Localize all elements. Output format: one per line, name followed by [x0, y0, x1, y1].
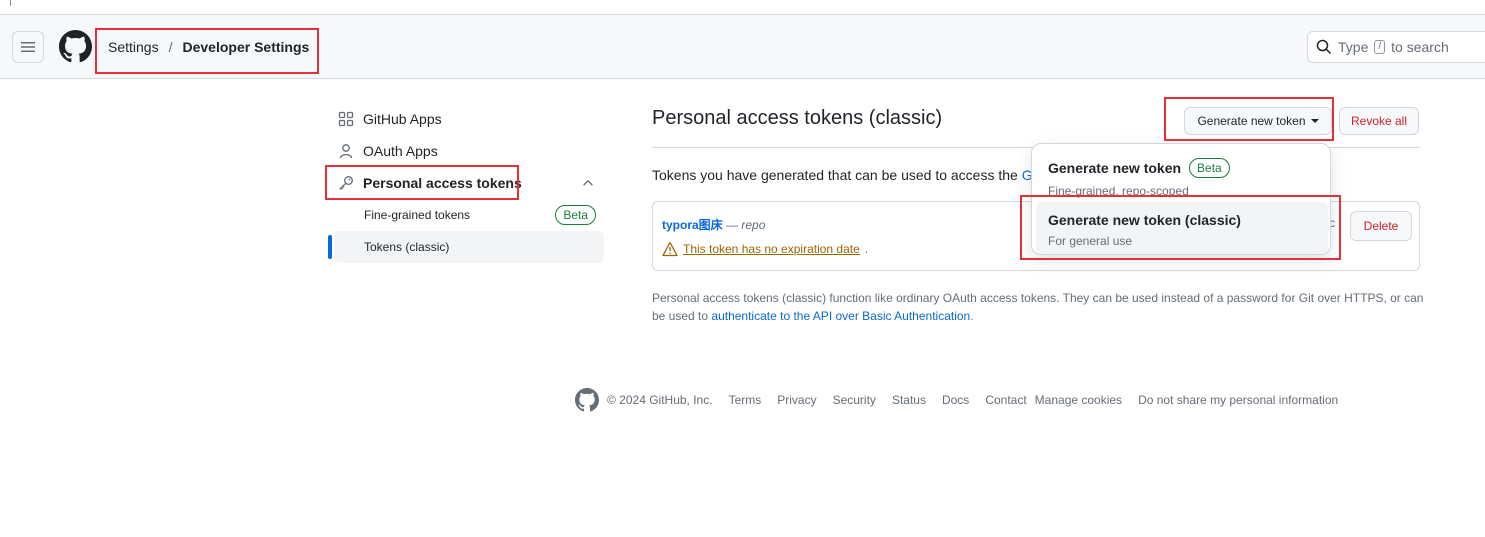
- dropdown-item-subtitle: Fine-grained, repo-scoped: [1048, 184, 1189, 198]
- footer-link-status[interactable]: Status: [892, 393, 926, 407]
- footer-link-security[interactable]: Security: [833, 393, 876, 407]
- sidebar-item-label: Personal access tokens: [363, 175, 522, 191]
- token-scope: repo: [741, 218, 766, 232]
- tokens-description-text: Tokens you have generated that can be us…: [652, 167, 1018, 183]
- footer-link-privacy[interactable]: Privacy: [777, 393, 816, 407]
- footnote-suffix: .: [970, 309, 974, 323]
- footer-link-terms[interactable]: Terms: [729, 393, 762, 407]
- footer-link-manage-cookies[interactable]: Manage cookies: [1035, 393, 1122, 407]
- delete-token-button[interactable]: Delete: [1350, 211, 1412, 241]
- person-icon: [339, 144, 353, 159]
- search-icon: [1316, 39, 1332, 55]
- token-name-link[interactable]: typora图床: [662, 218, 723, 232]
- revoke-all-button[interactable]: Revoke all: [1339, 107, 1419, 135]
- sidebar-item-label: GitHub Apps: [363, 111, 442, 127]
- footer-link-docs[interactable]: Docs: [942, 393, 969, 407]
- active-indicator: [328, 235, 332, 259]
- token-title: typora图床 — repo: [662, 216, 765, 233]
- generate-token-dropdown: Generate new token Beta Fine-grained, rep…: [1031, 143, 1331, 255]
- sidebar-subitem-tokens-classic[interactable]: Tokens (classic): [328, 231, 604, 263]
- page-title: Personal access tokens (classic): [652, 107, 943, 129]
- token-warning-text[interactable]: This token has no expiration date: [683, 242, 860, 256]
- tokens-description: Tokens you have generated that can be us…: [652, 167, 1040, 183]
- search-placeholder-suffix: to search: [1391, 39, 1449, 55]
- page-footer: © 2024 GitHub, Inc. Terms Privacy Securi…: [575, 387, 1354, 413]
- search-placeholder-prefix: Type: [1338, 39, 1369, 55]
- key-icon: [339, 176, 353, 190]
- search-shortcut-key: /: [1374, 40, 1386, 54]
- token-warning: This token has no expiration date.: [662, 241, 868, 257]
- caret-down-icon: [1310, 119, 1319, 123]
- generate-new-token-button[interactable]: Generate new token: [1184, 107, 1332, 135]
- chevron-up-icon[interactable]: [581, 176, 595, 190]
- search-input[interactable]: Type / to search: [1307, 31, 1485, 63]
- beta-badge: Beta: [555, 205, 596, 225]
- github-logo-icon[interactable]: [59, 30, 92, 63]
- breadcrumb: Settings / Developer Settings: [108, 39, 309, 55]
- apps-icon: [338, 111, 354, 127]
- footer-link-contact[interactable]: Contact: [985, 393, 1026, 407]
- app-header: Settings / Developer Settings Type / to …: [0, 15, 1485, 79]
- beta-badge: Beta: [1189, 158, 1230, 178]
- token-warning-suffix: .: [864, 242, 869, 256]
- generate-new-token-label: Generate new token: [1197, 114, 1306, 128]
- hamburger-icon: [21, 42, 35, 52]
- breadcrumb-developer-settings[interactable]: Developer Settings: [182, 39, 309, 55]
- sidebar-subitem-label: Fine-grained tokens: [364, 208, 471, 222]
- dropdown-item-subtitle: For general use: [1048, 234, 1133, 248]
- sidebar-subitem-label: Tokens (classic): [364, 240, 450, 254]
- sidebar-item-github-apps[interactable]: GitHub Apps: [338, 103, 442, 135]
- token-separator: —: [726, 218, 739, 232]
- top-strip-tick: [10, 0, 11, 6]
- window-top-strip: [0, 0, 1485, 15]
- breadcrumb-settings[interactable]: Settings: [108, 39, 159, 55]
- breadcrumb-separator: /: [168, 39, 173, 55]
- dropdown-item-title: Generate new token: [1048, 160, 1182, 176]
- tokens-footnote: Personal access tokens (classic) functio…: [652, 289, 1427, 325]
- dropdown-item-classic[interactable]: Generate new token (classic) For general…: [1036, 202, 1328, 254]
- github-footer-logo-icon[interactable]: [575, 388, 599, 412]
- menu-button[interactable]: [12, 31, 44, 63]
- alert-icon: [662, 241, 678, 257]
- sidebar-item-label: OAuth Apps: [363, 143, 438, 159]
- footnote-link[interactable]: authenticate to the API over Basic Authe…: [711, 309, 970, 323]
- dropdown-item-title: Generate new token (classic): [1048, 212, 1241, 228]
- sidebar-subitem-fine-grained[interactable]: Fine-grained tokens Beta: [334, 199, 604, 231]
- sidebar-item-personal-access-tokens[interactable]: Personal access tokens: [338, 167, 600, 199]
- footer-link-do-not-share[interactable]: Do not share my personal information: [1138, 393, 1338, 407]
- footer-copyright: © 2024 GitHub, Inc.: [607, 393, 713, 407]
- sidebar-item-oauth-apps[interactable]: OAuth Apps: [338, 135, 438, 167]
- dropdown-item-fine-grained[interactable]: Generate new token Beta Fine-grained, rep…: [1036, 148, 1328, 200]
